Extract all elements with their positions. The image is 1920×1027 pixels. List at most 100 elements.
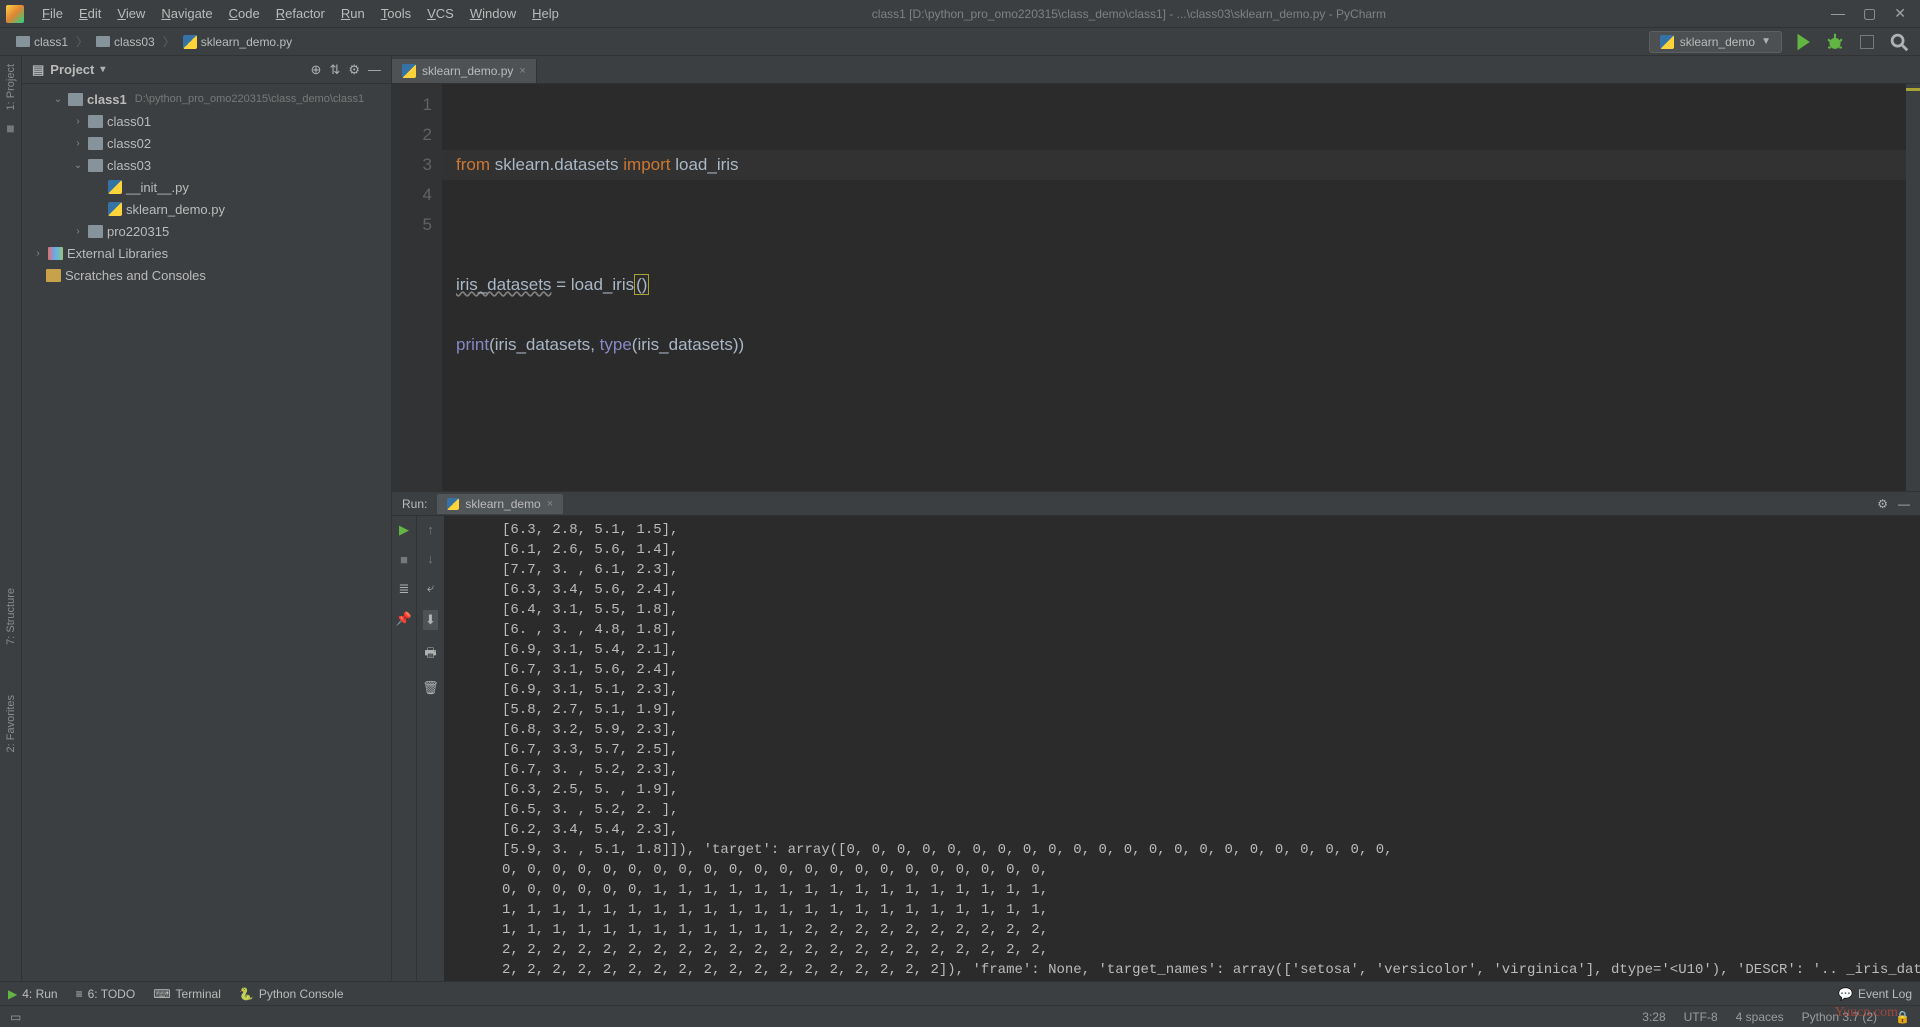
chevron-down-icon: ▼ — [1761, 36, 1771, 47]
menu-view[interactable]: View — [109, 2, 153, 25]
up-arrow-icon[interactable]: ↑ — [427, 522, 434, 537]
breadcrumb-sep: 〉 — [161, 33, 177, 50]
pycharm-app-icon — [6, 5, 24, 23]
caret-position[interactable]: 3:28 — [1642, 1010, 1665, 1024]
python-file-icon — [108, 180, 122, 194]
run-configuration-selector[interactable]: sklearn_demo ▼ — [1649, 31, 1782, 53]
settings-icon[interactable]: ⚙ — [1877, 497, 1888, 511]
code-editor[interactable]: 1 2 3 4 5 from sklearn.datasets import l… — [392, 84, 1920, 491]
tree-folder[interactable]: ⌄class03 — [22, 154, 391, 176]
folder-icon — [16, 36, 30, 47]
bottom-tool-tabs: ▶4: Run ≡6: TODO ⌨Terminal 🐍Python Conso… — [0, 981, 1920, 1005]
menubar: FileEditViewNavigateCodeRefactorRunTools… — [0, 0, 1920, 28]
close-icon[interactable]: ✕ — [1894, 5, 1906, 22]
rerun-button[interactable]: ▶ — [399, 522, 409, 538]
lock-icon[interactable]: 🔒 — [1895, 1010, 1910, 1024]
favorites-toolwindow-tab[interactable]: 2: Favorites — [5, 695, 17, 752]
project-tool-window: ▤ Project ▾ ⊕ ⇅ ⚙ — ⌄ class1D:\python_pr… — [22, 56, 392, 981]
breadcrumb-sep: 〉 — [74, 33, 90, 50]
editor-tabs: sklearn_demo.py × — [392, 56, 1920, 84]
editor-area: sklearn_demo.py × 1 2 3 4 5 from sklearn… — [392, 56, 1920, 981]
run-config-label: sklearn_demo — [1680, 35, 1755, 49]
external-libraries[interactable]: › External Libraries — [22, 242, 391, 264]
menu-help[interactable]: Help — [524, 2, 567, 25]
run-tab[interactable]: sklearn_demo × — [437, 494, 563, 514]
breadcrumb[interactable]: class03 — [90, 33, 161, 51]
editor-tab[interactable]: sklearn_demo.py × — [392, 59, 537, 83]
close-tab-icon[interactable]: × — [519, 65, 525, 77]
run-toolbar-secondary: ↑ ↓ ⤶ ⬇ 🖶 🗑 — [416, 516, 444, 981]
menu-run[interactable]: Run — [333, 2, 373, 25]
indent-setting[interactable]: 4 spaces — [1736, 1010, 1784, 1024]
console-output[interactable]: [6.3, 2.8, 5.1, 1.5], [6.1, 2.6, 5.6, 1.… — [444, 516, 1920, 981]
run-bottom-tab[interactable]: ▶4: Run — [8, 987, 58, 1001]
tree-folder[interactable]: ›class01 — [22, 110, 391, 132]
down-arrow-icon[interactable]: ↓ — [427, 551, 434, 566]
folder-icon — [68, 93, 83, 106]
tree-file[interactable]: sklearn_demo.py — [22, 198, 391, 220]
menu-code[interactable]: Code — [221, 2, 268, 25]
python-file-icon — [447, 498, 459, 510]
file-encoding[interactable]: UTF-8 — [1684, 1010, 1718, 1024]
folder-icon — [96, 36, 110, 47]
folder-icon — [88, 137, 103, 150]
breadcrumb[interactable]: class1 — [10, 33, 74, 51]
hide-icon[interactable]: — — [1898, 497, 1910, 511]
folder-icon — [88, 115, 103, 128]
scratches-consoles[interactable]: Scratches and Consoles — [22, 264, 391, 286]
window-title: class1 [D:\python_pro_omo220315\class_de… — [567, 7, 1831, 21]
project-tree: ⌄ class1D:\python_pro_omo220315\class_de… — [22, 84, 391, 290]
navigation-bar: class1 〉 class03 〉 sklearn_demo.py sklea… — [0, 28, 1920, 56]
scratch-icon — [46, 269, 61, 282]
python-file-icon — [108, 202, 122, 216]
menu-navigate[interactable]: Navigate — [153, 2, 220, 25]
run-button[interactable] — [1792, 31, 1814, 53]
menu-vcs[interactable]: VCS — [419, 2, 462, 25]
maximize-icon[interactable]: ▢ — [1863, 5, 1876, 22]
menu-refactor[interactable]: Refactor — [268, 2, 333, 25]
soft-wrap-icon[interactable]: ⤶ — [427, 580, 434, 596]
menu-file[interactable]: File — [34, 2, 71, 25]
python-file-icon — [183, 35, 197, 49]
todo-bottom-tab[interactable]: ≡6: TODO — [76, 987, 136, 1001]
breadcrumb[interactable]: sklearn_demo.py — [177, 33, 298, 51]
stop-button[interactable]: ■ — [400, 552, 408, 567]
python-interpreter[interactable]: Python 3.7 (2) — [1802, 1010, 1877, 1024]
tree-folder[interactable]: ›class02 — [22, 132, 391, 154]
tree-file[interactable]: __init__.py — [22, 176, 391, 198]
debug-button[interactable] — [1824, 31, 1846, 53]
pin-icon[interactable]: 📌 — [396, 611, 412, 627]
bookmark-icon[interactable]: ■ — [6, 120, 14, 136]
project-toolwindow-tab[interactable]: 1: Project — [5, 64, 17, 110]
status-icon[interactable]: ▭ — [10, 1010, 21, 1024]
event-log-tab[interactable]: 💬Event Log — [1838, 987, 1912, 1001]
menu-window[interactable]: Window — [462, 2, 524, 25]
project-panel-title[interactable]: ▤ Project ▾ — [32, 62, 303, 78]
minimize-icon[interactable]: — — [1831, 5, 1845, 22]
structure-toolwindow-tab[interactable]: 7: Structure — [5, 588, 17, 645]
print-icon[interactable]: 🖶 — [424, 644, 436, 666]
folder-icon — [88, 159, 103, 172]
libraries-icon — [48, 247, 63, 260]
layout-icon[interactable]: ≣ — [399, 581, 410, 597]
stop-button[interactable] — [1856, 31, 1878, 53]
run-tool-window: Run: sklearn_demo × ⚙ — ▶ ■ ≣ 📌 — [392, 491, 1920, 981]
hide-icon[interactable]: — — [368, 62, 381, 78]
locate-icon[interactable]: ⊕ — [311, 62, 322, 78]
search-everywhere-button[interactable] — [1888, 31, 1910, 53]
python-console-bottom-tab[interactable]: 🐍Python Console — [239, 987, 344, 1001]
python-file-icon — [1660, 35, 1674, 49]
settings-icon[interactable]: ⚙ — [348, 62, 360, 78]
tree-root[interactable]: ⌄ class1D:\python_pro_omo220315\class_de… — [22, 88, 391, 110]
menu-tools[interactable]: Tools — [373, 2, 419, 25]
close-tab-icon[interactable]: × — [547, 498, 553, 510]
scroll-to-end-icon[interactable]: ⬇ — [423, 610, 438, 630]
editor-marker-strip[interactable] — [1906, 84, 1920, 491]
tree-folder[interactable]: ›pro220315 — [22, 220, 391, 242]
trash-icon[interactable]: 🗑 — [422, 680, 439, 696]
menu-edit[interactable]: Edit — [71, 2, 109, 25]
terminal-bottom-tab[interactable]: ⌨Terminal — [153, 987, 221, 1001]
expand-icon[interactable]: ⇅ — [329, 62, 340, 78]
python-file-icon — [402, 64, 416, 78]
run-toolbar: ▶ ■ ≣ 📌 — [392, 516, 416, 981]
